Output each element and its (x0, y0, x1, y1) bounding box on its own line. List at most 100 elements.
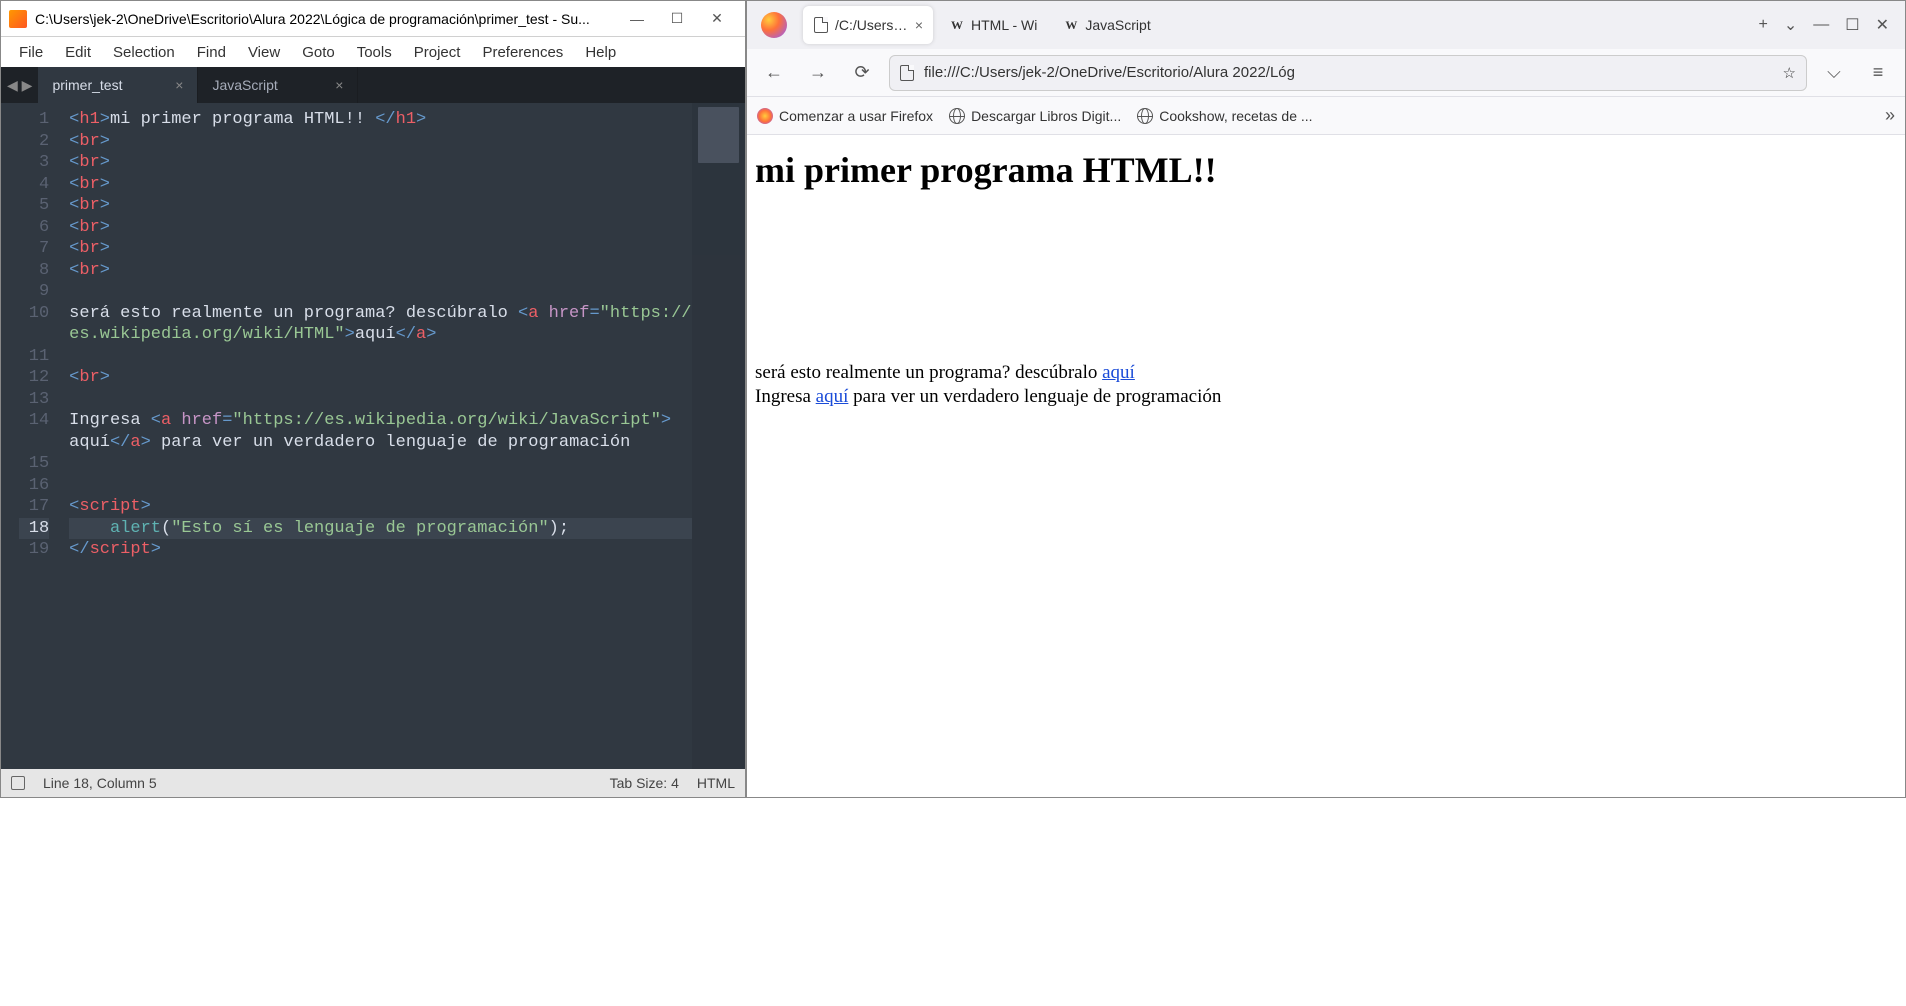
code-line[interactable] (69, 475, 691, 497)
minimap[interactable] (692, 103, 746, 769)
editor-area[interactable]: 12345678910111213141516171819 <h1>mi pri… (1, 103, 745, 769)
reload-button[interactable]: ⟳ (845, 56, 879, 90)
document-icon (813, 17, 829, 33)
line-number: 17 (19, 496, 49, 518)
maximize-button[interactable]: ☐ (1845, 15, 1859, 35)
paragraph1-text: será esto realmente un programa? descúbr… (755, 362, 1102, 383)
code-line[interactable]: <br> (69, 152, 691, 174)
code-line[interactable]: <script> (69, 496, 691, 518)
minimize-button[interactable]: — (627, 9, 647, 29)
menu-file[interactable]: File (9, 40, 53, 65)
bookmarks-toolbar: Comenzar a usar Firefox Descargar Libros … (747, 97, 1905, 135)
code-line[interactable]: es.wikipedia.org/wiki/HTML">aquí</a> (69, 324, 691, 346)
menu-view[interactable]: View (238, 40, 290, 65)
tab-label: JavaScript (1085, 17, 1150, 33)
browser-tab[interactable]: /C:/Users/jek× (803, 6, 933, 44)
line-number (19, 432, 49, 454)
sublime-menubar: FileEditSelectionFindViewGotoToolsProjec… (1, 37, 745, 67)
code-line[interactable] (69, 281, 691, 303)
sublime-tab-row: ◀ ▶ primer_test×JavaScript× (1, 67, 745, 103)
code-line[interactable]: <h1>mi primer programa HTML!! </h1> (69, 109, 691, 131)
code-line[interactable]: Ingresa <a href="https://es.wikipedia.or… (69, 410, 691, 432)
code-area[interactable]: <h1>mi primer programa HTML!! </h1><br><… (59, 103, 691, 769)
menu-help[interactable]: Help (575, 40, 626, 65)
tab-label: HTML - Wi (971, 17, 1037, 33)
link-aqui-2[interactable]: aquí (816, 386, 849, 407)
code-line[interactable]: alert("Esto sí es lenguaje de programaci… (69, 518, 691, 540)
back-button[interactable]: ← (757, 56, 791, 90)
editor-tab[interactable]: primer_test× (38, 67, 198, 103)
editor-tab[interactable]: JavaScript× (198, 67, 358, 103)
pocket-button[interactable]: ⌵ (1817, 56, 1851, 90)
code-line[interactable]: <br> (69, 238, 691, 260)
bookmark-label: Descargar Libros Digit... (971, 108, 1121, 124)
tab-nav-arrows[interactable]: ◀ ▶ (1, 67, 38, 103)
code-line[interactable]: <br> (69, 260, 691, 282)
minimize-button[interactable]: — (1813, 16, 1829, 34)
tab-close-icon[interactable]: × (335, 77, 343, 93)
forward-button[interactable]: → (801, 56, 835, 90)
firefox-tab-controls: + ⌄ — ☐ ✕ (1749, 15, 1900, 35)
menu-goto[interactable]: Goto (292, 40, 345, 65)
firefox-tabbar: /C:/Users/jek× W HTML - Wi W JavaScript + ⌄ … (747, 1, 1905, 49)
menu-selection[interactable]: Selection (103, 40, 185, 65)
url-text: file:///C:/Users/jek-2/OneDrive/Escritor… (924, 64, 1773, 81)
line-gutter: 12345678910111213141516171819 (19, 103, 59, 769)
browser-tab[interactable]: W HTML - Wi (939, 6, 1047, 44)
bookmarks-overflow-button[interactable]: » (1885, 105, 1895, 126)
menu-find[interactable]: Find (187, 40, 236, 65)
code-line[interactable] (69, 389, 691, 411)
code-line[interactable] (69, 346, 691, 368)
bookmark-label: Cookshow, recetas de ... (1159, 108, 1312, 124)
menu-edit[interactable]: Edit (55, 40, 101, 65)
globe-icon (949, 108, 965, 124)
close-button[interactable]: ✕ (707, 9, 727, 29)
line-number: 5 (19, 195, 49, 217)
link-aqui-1[interactable]: aquí (1102, 362, 1135, 383)
maximize-button[interactable]: ☐ (667, 9, 687, 29)
status-icon[interactable] (11, 776, 25, 790)
code-line[interactable]: aquí</a> para ver un verdadero lenguaje … (69, 432, 691, 454)
status-tabsize[interactable]: Tab Size: 4 (610, 775, 679, 791)
firefox-window: /C:/Users/jek× W HTML - Wi W JavaScript + ⌄ … (746, 0, 1906, 798)
code-line[interactable]: <br> (69, 131, 691, 153)
line-number: 2 (19, 131, 49, 153)
line-number: 14 (19, 410, 49, 432)
line-number: 7 (19, 238, 49, 260)
line-number: 12 (19, 367, 49, 389)
menu-project[interactable]: Project (404, 40, 471, 65)
status-language[interactable]: HTML (697, 775, 735, 791)
paragraph2-post: para ver un verdadero lenguaje de progra… (848, 386, 1221, 407)
tab-close-icon[interactable]: × (175, 77, 183, 93)
code-line[interactable]: </script> (69, 539, 691, 561)
menu-preferences[interactable]: Preferences (472, 40, 573, 65)
code-line[interactable]: <br> (69, 367, 691, 389)
page-identity-icon (900, 65, 914, 81)
tab-list-button[interactable]: ⌄ (1784, 15, 1797, 35)
page-heading: mi primer programa HTML!! (755, 149, 1897, 191)
code-line[interactable]: <br> (69, 217, 691, 239)
menu-tools[interactable]: Tools (347, 40, 402, 65)
wikipedia-icon: W (949, 17, 965, 33)
sublime-window: C:\Users\jek-2\OneDrive\Escritorio\Alura… (0, 0, 746, 798)
gutter-marks (1, 103, 19, 769)
code-line[interactable]: <br> (69, 195, 691, 217)
close-button[interactable]: ✕ (1876, 15, 1889, 35)
line-number: 11 (19, 346, 49, 368)
line-number: 10 (19, 303, 49, 325)
code-line[interactable] (69, 453, 691, 475)
code-line[interactable]: será esto realmente un programa? descúbr… (69, 303, 691, 325)
tab-close-icon[interactable]: × (915, 17, 923, 33)
url-bar[interactable]: file:///C:/Users/jek-2/OneDrive/Escritor… (889, 55, 1807, 91)
wikipedia-icon: W (1063, 17, 1079, 33)
app-menu-button[interactable]: ≡ (1861, 56, 1895, 90)
bookmark-star-icon[interactable]: ☆ (1783, 64, 1796, 82)
bookmark-item[interactable]: Cookshow, recetas de ... (1137, 108, 1312, 124)
sublime-app-icon (9, 10, 27, 28)
line-number: 13 (19, 389, 49, 411)
bookmark-item[interactable]: Comenzar a usar Firefox (757, 108, 933, 124)
browser-tab[interactable]: W JavaScript (1053, 6, 1160, 44)
code-line[interactable]: <br> (69, 174, 691, 196)
new-tab-button[interactable]: + (1759, 16, 1768, 34)
bookmark-item[interactable]: Descargar Libros Digit... (949, 108, 1121, 124)
